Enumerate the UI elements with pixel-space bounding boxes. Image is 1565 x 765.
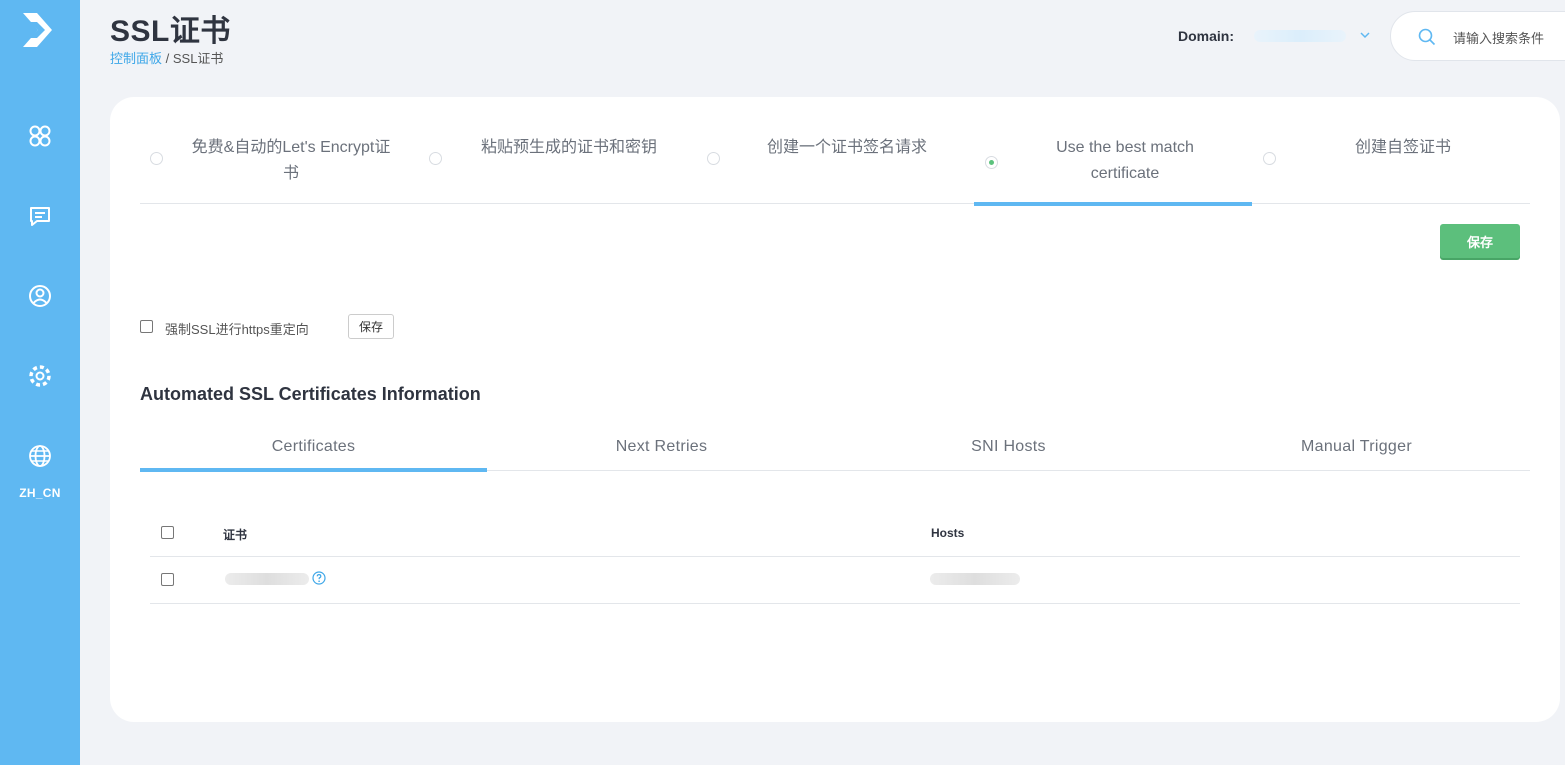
language-selector[interactable]: ZH_CN bbox=[0, 486, 80, 500]
save-button[interactable]: 保存 bbox=[1440, 224, 1520, 258]
certificates-table: 证书 Hosts bbox=[150, 510, 1520, 604]
breadcrumb-link-dashboard[interactable]: 控制面板 bbox=[110, 51, 162, 66]
option-csr[interactable]: 创建一个证书签名请求 bbox=[696, 127, 974, 203]
domain-select[interactable] bbox=[1252, 24, 1372, 48]
user-circle-icon[interactable] bbox=[26, 282, 54, 310]
breadcrumb: 控制面板 / SSL证书 bbox=[110, 48, 223, 67]
page-title: SSL证书 bbox=[110, 15, 231, 48]
radio-paste-cert[interactable] bbox=[429, 152, 442, 165]
table-row bbox=[150, 557, 1520, 604]
tab-manual-trigger[interactable]: Manual Trigger bbox=[1183, 424, 1530, 470]
table-header-row: 证书 Hosts bbox=[150, 510, 1520, 557]
info-tabs: Certificates Next Retries SNI Hosts Manu… bbox=[140, 424, 1530, 472]
certificate-name-redacted bbox=[225, 573, 309, 585]
option-letsencrypt-label: 免费&自动的Let's Encrypt证书 bbox=[191, 139, 391, 182]
sidebar: ZH_CN bbox=[0, 0, 80, 765]
apps-grid-icon[interactable] bbox=[26, 122, 54, 150]
option-paste-cert-label: 粘贴预生成的证书和密钥 bbox=[480, 139, 657, 156]
radio-self-signed[interactable] bbox=[1263, 152, 1276, 165]
radio-best-match[interactable] bbox=[985, 156, 998, 169]
globe-icon[interactable] bbox=[26, 442, 54, 470]
certificate-options: 免费&自动的Let's Encrypt证书 粘贴预生成的证书和密钥 创建一个证书… bbox=[140, 127, 1530, 206]
select-all-checkbox[interactable] bbox=[161, 526, 174, 539]
force-ssl-save-button[interactable]: 保存 bbox=[348, 314, 394, 339]
hosts-value-redacted bbox=[930, 573, 1020, 585]
option-best-match[interactable]: Use the best match certificate bbox=[974, 127, 1252, 206]
search-icon[interactable] bbox=[1417, 27, 1437, 47]
domain-value-redacted bbox=[1254, 30, 1346, 42]
radio-letsencrypt[interactable] bbox=[150, 152, 163, 165]
option-letsencrypt[interactable]: 免费&自动的Let's Encrypt证书 bbox=[140, 127, 418, 203]
breadcrumb-separator: / bbox=[162, 51, 173, 66]
section-title: Automated SSL Certificates Information bbox=[140, 384, 481, 404]
column-header-hosts: Hosts bbox=[931, 526, 965, 540]
radio-csr[interactable] bbox=[707, 152, 720, 165]
option-best-match-label: Use the best match certificate bbox=[1056, 139, 1194, 182]
message-icon[interactable] bbox=[26, 202, 54, 230]
row-checkbox[interactable] bbox=[161, 573, 174, 586]
column-header-certificate: 证书 bbox=[223, 528, 248, 542]
tab-next-retries[interactable]: Next Retries bbox=[488, 424, 835, 470]
settings-gear-icon[interactable] bbox=[26, 362, 54, 390]
ssl-card: 免费&自动的Let's Encrypt证书 粘贴预生成的证书和密钥 创建一个证书… bbox=[110, 97, 1560, 722]
option-paste-cert[interactable]: 粘贴预生成的证书和密钥 bbox=[418, 127, 696, 203]
help-icon[interactable] bbox=[312, 571, 326, 585]
option-self-signed[interactable]: 创建自签证书 bbox=[1252, 127, 1530, 203]
search-input[interactable] bbox=[1451, 27, 1565, 49]
force-ssl-checkbox[interactable] bbox=[140, 320, 153, 333]
option-csr-label: 创建一个证书签名请求 bbox=[766, 139, 927, 156]
domain-label: Domain: bbox=[1178, 28, 1234, 44]
breadcrumb-current: SSL证书 bbox=[172, 51, 224, 66]
logo-icon[interactable] bbox=[20, 10, 60, 50]
search-box bbox=[1390, 11, 1565, 61]
option-self-signed-label: 创建自签证书 bbox=[1354, 139, 1451, 156]
chevron-down-icon bbox=[1360, 32, 1370, 39]
tab-sni-hosts[interactable]: SNI Hosts bbox=[835, 424, 1182, 470]
tab-certificates[interactable]: Certificates bbox=[140, 424, 487, 472]
force-ssl-label: 强制SSL进行https重定向 bbox=[165, 322, 309, 337]
